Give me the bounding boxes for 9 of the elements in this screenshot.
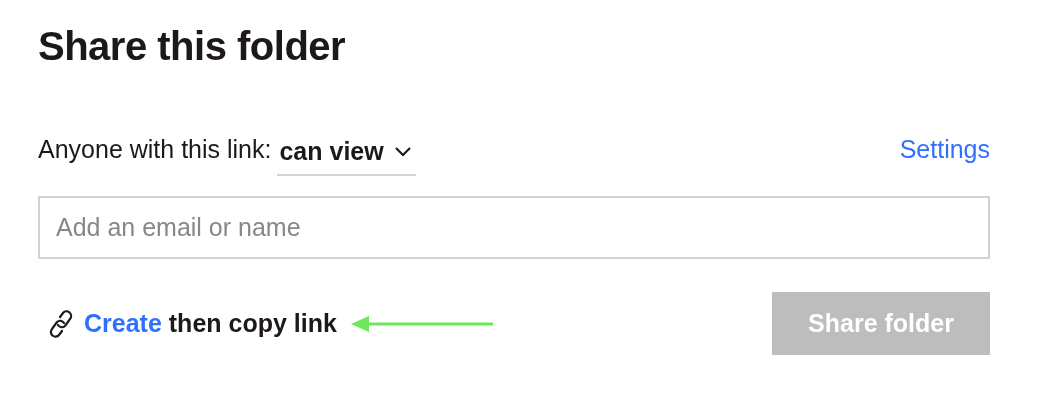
chevron-down-icon [393,145,412,157]
access-label: Anyone with this link: [38,134,272,164]
permission-dropdown[interactable]: can view [277,130,416,176]
create-link-text: Create then copy link [84,309,337,338]
link-icon [48,308,74,339]
create-link[interactable]: Create [84,309,162,337]
settings-link[interactable]: Settings [899,134,990,164]
dialog-title: Share this folder [38,23,347,70]
email-field[interactable]: Add an email or name [38,196,990,259]
